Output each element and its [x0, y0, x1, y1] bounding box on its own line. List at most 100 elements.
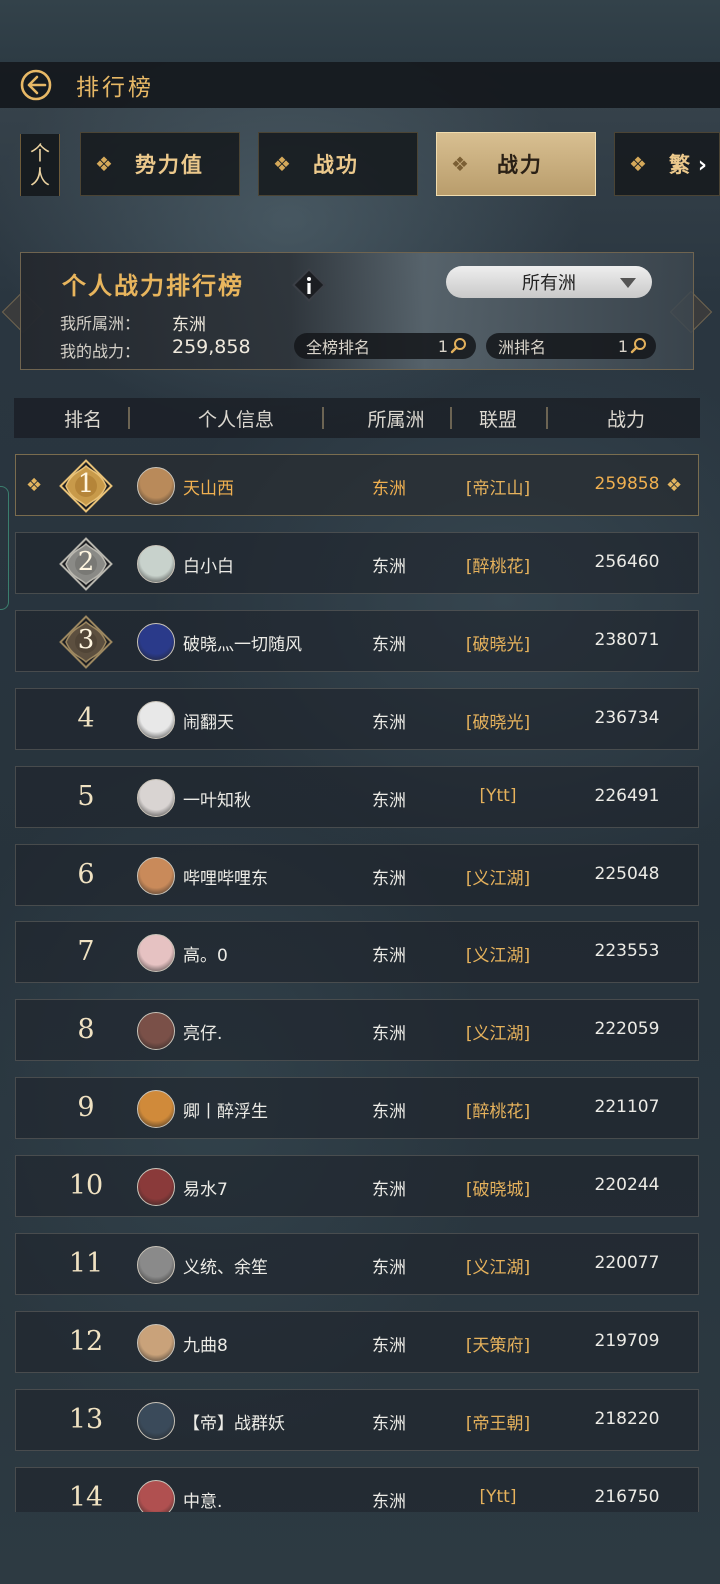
table-row[interactable]: 3 破晓灬一切随风 东洲 [破晓光] 238071: [15, 609, 699, 672]
player-region: 东洲: [372, 946, 406, 967]
app-header: 排行榜: [0, 62, 720, 108]
player-name[interactable]: 破晓灬一切随风: [183, 630, 302, 655]
player-alliance[interactable]: [醉桃花]: [446, 552, 550, 577]
table-row[interactable]: 11 义统、余笙 东洲 [义江湖] 220077: [15, 1233, 699, 1295]
player-alliance[interactable]: [醉桃花]: [446, 1097, 550, 1122]
table-row[interactable]: 13 【帝】战群妖 东洲 [帝王朝] 218220: [15, 1388, 699, 1451]
player-alliance[interactable]: [义江湖]: [446, 1019, 550, 1044]
player-name[interactable]: 九曲8: [183, 1331, 228, 1356]
tab-prosperity-label: 繁: [668, 153, 692, 177]
avatar[interactable]: [137, 622, 175, 661]
global-rank-label: 全榜排名: [306, 338, 371, 357]
region-rank-value: 1: [617, 336, 628, 356]
avatar[interactable]: [137, 1479, 175, 1512]
table-row[interactable]: 7 高。0 东洲 [义江湖] 223553: [15, 921, 699, 984]
player-name[interactable]: 闹翻天: [183, 708, 234, 733]
side-drawer-handle[interactable]: [0, 486, 9, 610]
info-button[interactable]: [290, 266, 328, 304]
table-row[interactable]: 1 ❖ ❖ 天山西 东洲 [帝江山] 259858: [15, 454, 699, 516]
player-name[interactable]: 义统、余笙: [183, 1253, 268, 1278]
player-region: 东洲: [372, 556, 406, 577]
player-alliance[interactable]: [帝江山]: [446, 474, 550, 499]
table-row[interactable]: 5 一叶知秋 东洲 [Ytt] 226491: [15, 765, 699, 828]
player-alliance[interactable]: [Ytt]: [446, 786, 550, 806]
player-name[interactable]: 一叶知秋: [183, 786, 251, 811]
table-row[interactable]: 6 哔哩哔哩东 东洲 [义江湖] 225048: [15, 843, 699, 906]
player-name[interactable]: 哔哩哔哩东: [183, 864, 268, 889]
table-row[interactable]: 10 易水7 东洲 [破晓城] 220244: [15, 1155, 699, 1218]
rank-number: 6: [77, 858, 95, 890]
header-power: 战力: [606, 408, 645, 431]
avatar[interactable]: [137, 1401, 175, 1440]
tab-personal[interactable]: 个 人: [20, 134, 60, 196]
banner-title: 个人战力排行榜: [62, 272, 244, 300]
player-alliance[interactable]: [帝王朝]: [446, 1409, 550, 1434]
avatar[interactable]: [137, 778, 175, 817]
player-name[interactable]: 【帝】战群妖: [183, 1409, 285, 1434]
player-region: 东洲: [372, 1180, 406, 1201]
player-alliance[interactable]: [Ytt]: [446, 1487, 550, 1507]
tab-influence-label: 势力值: [134, 153, 204, 177]
avatar[interactable]: [137, 1012, 175, 1051]
tab-prosperity[interactable]: ❖ 繁 ›: [614, 132, 720, 196]
region-rank-search[interactable]: 洲排名 1: [486, 333, 656, 359]
player-name[interactable]: 卿丨醉浮生: [183, 1097, 268, 1122]
player-name[interactable]: 天山西: [183, 474, 234, 499]
player-alliance[interactable]: [破晓城]: [446, 1175, 550, 1200]
avatar[interactable]: [137, 700, 175, 739]
clover-icon: ❖: [451, 152, 471, 176]
avatar[interactable]: [137, 1090, 175, 1129]
player-alliance[interactable]: [义江湖]: [446, 1253, 550, 1278]
player-alliance[interactable]: [破晓光]: [446, 708, 550, 733]
player-power: 259858: [594, 474, 660, 494]
table-row[interactable]: 8 亮仔. 东洲 [义江湖] 222059: [15, 999, 699, 1062]
avatar[interactable]: [137, 1246, 175, 1284]
rank-number: 7: [77, 936, 95, 968]
tab-power[interactable]: ❖ 战力: [436, 132, 596, 196]
player-alliance[interactable]: [义江湖]: [446, 941, 550, 966]
player-name[interactable]: 中意.: [183, 1487, 222, 1512]
my-region-value: 东洲: [172, 315, 206, 335]
tab-influence[interactable]: ❖ 势力值: [80, 132, 240, 196]
avatar[interactable]: [137, 467, 175, 505]
player-power: 219709: [594, 1330, 660, 1351]
tab-merit-label: 战功: [312, 153, 359, 177]
tab-merit[interactable]: ❖ 战功: [258, 132, 418, 196]
avatar[interactable]: [137, 856, 175, 895]
player-alliance[interactable]: [天策府]: [446, 1331, 550, 1356]
table-row[interactable]: 2 白小白 东洲 [醉桃花] 256460: [15, 531, 699, 594]
player-name[interactable]: 高。0: [183, 941, 228, 966]
table-row[interactable]: 9 卿丨醉浮生 东洲 [醉桃花] 221107: [15, 1077, 699, 1140]
avatar[interactable]: [137, 934, 175, 973]
player-alliance[interactable]: [破晓光]: [446, 630, 550, 655]
player-region: 东洲: [372, 1491, 406, 1512]
rank-number: 13: [68, 1403, 104, 1435]
player-region: 东洲: [372, 1024, 406, 1045]
rank-number: 3: [77, 624, 95, 655]
avatar[interactable]: [137, 1323, 175, 1362]
avatar[interactable]: [137, 1168, 175, 1207]
rank-number: 14: [68, 1481, 104, 1512]
player-power: 220077: [594, 1253, 660, 1273]
region-dropdown[interactable]: 所有洲: [446, 266, 652, 298]
player-region: 东洲: [372, 712, 406, 733]
avatar[interactable]: [137, 544, 175, 583]
my-region-row: 我所属洲： 东洲: [60, 310, 206, 335]
table-row[interactable]: 14 中意. 东洲 [Ytt] 216750: [15, 1466, 699, 1512]
table-row[interactable]: 12 九曲8 东洲 [天策府] 219709: [15, 1310, 699, 1373]
chevron-right-icon[interactable]: ›: [698, 153, 709, 178]
info-icon: [292, 268, 326, 302]
global-rank-search[interactable]: 全榜排名 1: [294, 333, 476, 359]
player-power: 218220: [594, 1408, 660, 1429]
ranking-list[interactable]: 1 ❖ ❖ 天山西 东洲 [帝江山] 259858 2 白小白 东洲 [醉桃花] 256460 3 破晓灬…: [15, 454, 699, 1512]
rank-number: 12: [68, 1325, 104, 1357]
player-alliance[interactable]: [义江湖]: [446, 864, 550, 889]
table-row[interactable]: 4 闹翻天 东洲 [破晓光] 236734: [15, 687, 699, 750]
back-button[interactable]: [18, 67, 54, 103]
page-title: 排行榜: [76, 75, 154, 101]
player-region: 东洲: [372, 479, 406, 499]
player-name[interactable]: 易水7: [183, 1175, 228, 1200]
header-divider: [546, 407, 548, 429]
player-name[interactable]: 白小白: [183, 552, 234, 577]
player-name[interactable]: 亮仔.: [183, 1019, 222, 1044]
